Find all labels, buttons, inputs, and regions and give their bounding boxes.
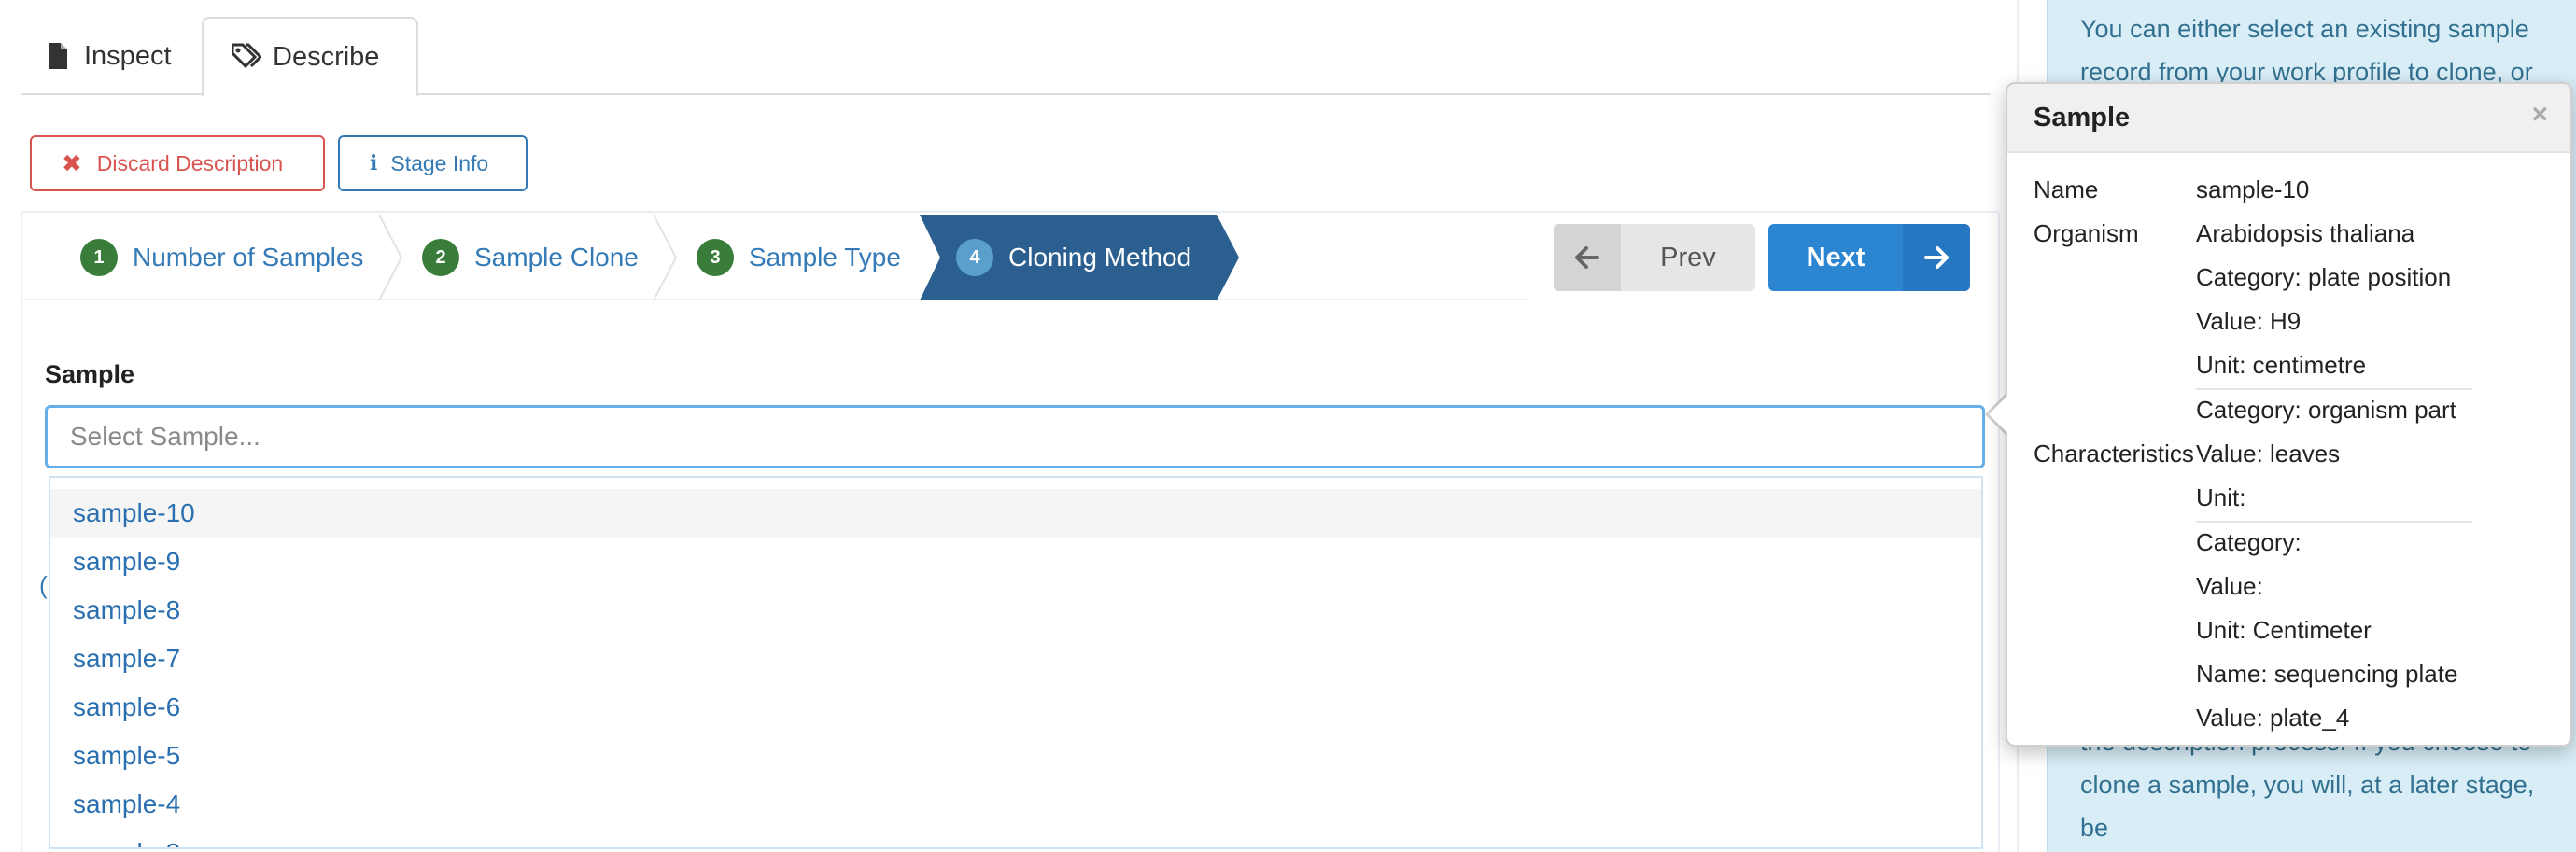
characteristic-line: Value: plate_4 <box>2196 704 2350 732</box>
characteristic-line: Name: sequencing plate <box>2196 660 2458 688</box>
step-label: Sample Type <box>749 243 901 272</box>
characteristic-line: Unit: centimetre <box>2196 351 2367 379</box>
popover-header: Sample × <box>2007 84 2570 153</box>
characteristic-line: Value: H9 <box>2196 307 2302 335</box>
dropdown-option[interactable]: sample-8 <box>50 586 1981 635</box>
step-label: Cloning Method <box>1008 243 1192 272</box>
step-number-badge: 3 <box>697 239 734 276</box>
discard-description-label: Discard Description <box>96 150 284 175</box>
step-label: Sample Clone <box>474 243 639 272</box>
characteristic-line: Value: leaves <box>2196 440 2341 468</box>
dropdown-option[interactable]: sample-5 <box>50 732 1981 780</box>
characteristic-line: Category: organism part <box>2196 396 2456 424</box>
popover-name-value: sample-10 <box>2196 175 2310 203</box>
tab-bar: Inspect Describe <box>21 17 1991 97</box>
sample-popover: Sample × Name sample-10 Organism Arabido… <box>2006 82 2572 747</box>
next-label: Next <box>1806 242 1865 272</box>
wizard-step-cloning-method[interactable]: 4 Cloning Method <box>956 215 1191 300</box>
popover-organism-value: Arabidopsis thaliana <box>2196 219 2415 247</box>
popover-close-icon[interactable]: × <box>2531 99 2548 131</box>
discard-description-button[interactable]: ✖ Discard Description <box>30 135 325 191</box>
characteristic-line: Unit: <box>2196 483 2246 511</box>
tab-inspect[interactable]: Inspect <box>47 17 172 95</box>
dropdown-option[interactable]: sample-4 <box>50 780 1981 829</box>
tab-inspect-label: Inspect <box>84 40 172 71</box>
characteristic-line: Category: <box>2196 528 2302 556</box>
hidden-link-peek: ( <box>39 571 48 599</box>
close-icon: ✖ <box>62 148 82 177</box>
step-number-badge: 4 <box>956 239 993 276</box>
popover-arrow-inner <box>1989 394 2009 435</box>
popover-title: Sample <box>2034 102 2131 133</box>
dropdown-option[interactable]: sample-6 <box>50 683 1981 732</box>
stage-info-label: Stage Info <box>390 150 489 175</box>
file-icon <box>47 42 73 70</box>
characteristic-line: Category: plate position <box>2196 263 2452 291</box>
arrow-right-icon <box>1903 224 1970 291</box>
wizard-step-sample-type[interactable]: 3 Sample Type <box>697 215 901 300</box>
dropdown-option[interactable]: sample-10 <box>50 489 1981 538</box>
popover-organism-label: Organism <box>2034 219 2139 247</box>
characteristic-divider <box>2196 388 2472 390</box>
dropdown-option[interactable]: sample-9 <box>50 538 1981 586</box>
help-text-top: You can either select an existing sample… <box>2080 15 2533 86</box>
step-number-badge: 1 <box>80 239 118 276</box>
stage-info-button[interactable]: i Stage Info <box>338 135 528 191</box>
prev-label: Prev <box>1660 242 1716 272</box>
wizard-step-number-of-samples[interactable]: 1 Number of Samples <box>80 215 363 300</box>
step-separator <box>653 215 678 300</box>
sample-field-label: Sample <box>45 360 135 388</box>
tab-describe-label: Describe <box>273 41 380 72</box>
dropdown-option[interactable]: sample-7 <box>50 635 1981 683</box>
step-separator <box>378 215 403 300</box>
info-icon: i <box>370 151 378 175</box>
prev-button[interactable]: Prev <box>1554 224 1755 291</box>
step-number-badge: 2 <box>422 239 459 276</box>
tags-icon <box>231 43 263 71</box>
tab-describe[interactable]: Describe <box>202 17 418 97</box>
characteristic-line: Value: <box>2196 572 2263 600</box>
dropdown-option[interactable]: sample-3 <box>50 829 1981 847</box>
wizard-step-sample-clone[interactable]: 2 Sample Clone <box>422 215 639 300</box>
arrow-left-icon <box>1554 224 1621 291</box>
characteristic-divider <box>2196 521 2472 523</box>
dropdown-padding <box>50 478 1981 489</box>
popover-characteristics-label: Characteristics <box>2034 440 2194 468</box>
characteristic-line: Unit: Centimeter <box>2196 616 2372 644</box>
next-button[interactable]: Next <box>1768 224 1970 291</box>
step-label: Number of Samples <box>133 243 364 272</box>
sample-dropdown: sample-10 sample-9 sample-8 sample-7 sam… <box>49 476 1983 849</box>
sample-select-input[interactable] <box>45 405 1985 468</box>
popover-name-label: Name <box>2034 175 2099 203</box>
